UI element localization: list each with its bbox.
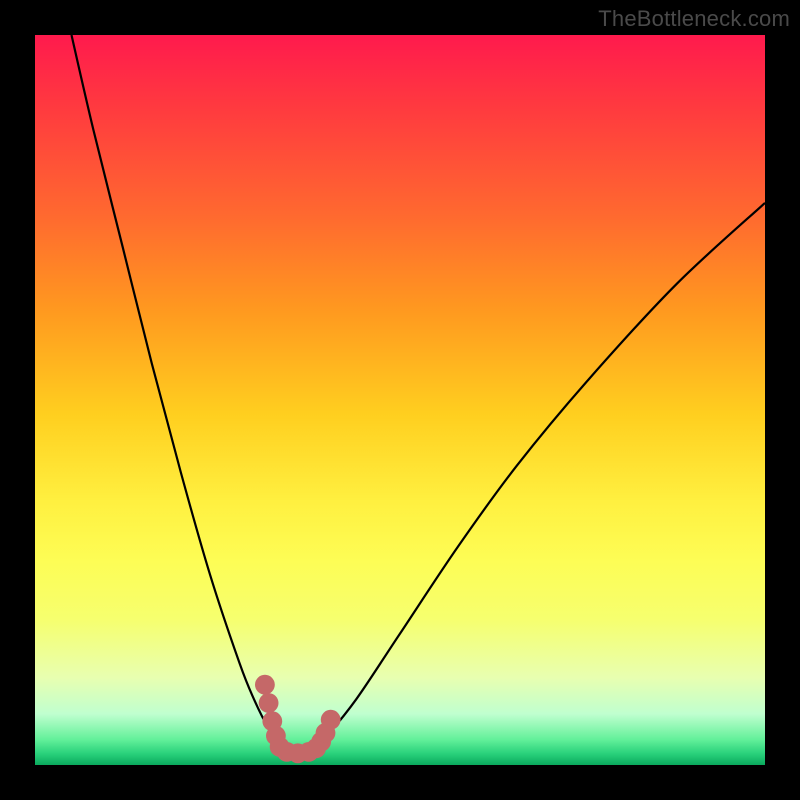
marker-group: [255, 675, 341, 763]
chart-plot-area: [35, 35, 765, 765]
watermark-text: TheBottleneck.com: [598, 6, 790, 32]
bottleneck-curve: [72, 35, 766, 759]
curve-marker: [255, 675, 275, 695]
curve-marker: [321, 710, 341, 730]
chart-svg: [35, 35, 765, 765]
curve-marker: [259, 693, 279, 713]
chart-frame: TheBottleneck.com: [0, 0, 800, 800]
